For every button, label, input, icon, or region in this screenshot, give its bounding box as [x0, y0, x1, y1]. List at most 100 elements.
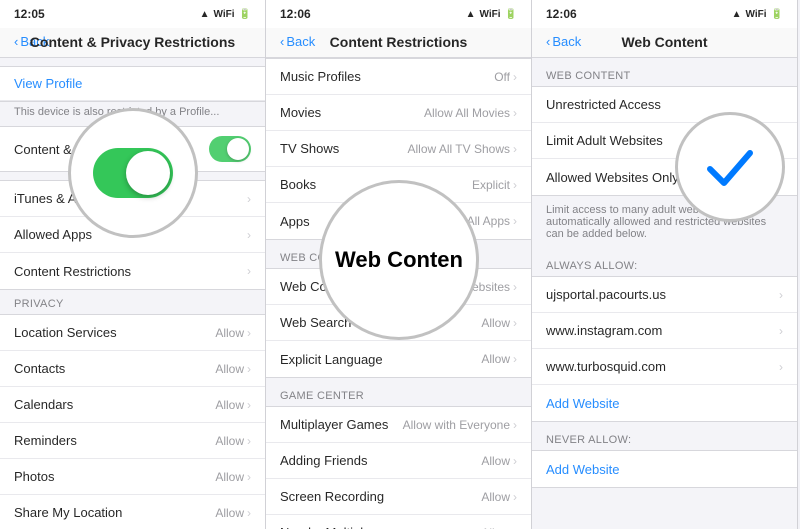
unrestricted-access-row[interactable]: Unrestricted Access	[532, 87, 797, 123]
allowed-websites-label: Allowed Websites Only	[546, 170, 679, 185]
contacts-label: Contacts	[14, 361, 65, 376]
pacourts-row[interactable]: ujsportal.pacourts.us ›	[532, 277, 797, 313]
tv-shows-row[interactable]: TV Shows Allow All TV Shows ›	[266, 131, 531, 167]
battery-icon-3: 🔋	[771, 9, 783, 20]
status-bar-2: 12:06 ▲ WiFi 🔋	[266, 0, 531, 28]
nav-bar-2: ‹ Back Content Restrictions	[266, 28, 531, 58]
screen-recording-label: Screen Recording	[280, 489, 384, 504]
back-label-2: Back	[286, 34, 315, 49]
content-restrictions-row[interactable]: Content Restrictions ›	[0, 253, 265, 289]
instagram-label: www.instagram.com	[546, 323, 662, 338]
time-2: 12:06	[280, 7, 311, 21]
status-icons-1: ▲ WiFi 🔋	[200, 9, 251, 20]
status-icons-2: ▲ WiFi 🔋	[466, 9, 517, 20]
panel-2: 12:06 ▲ WiFi 🔋 ‹ Back Content Restrictio…	[266, 0, 532, 529]
movies-label: Movies	[280, 105, 321, 120]
chevron-back-icon-2: ‹	[280, 34, 284, 49]
music-profiles-row[interactable]: Music Profiles Off ›	[266, 59, 531, 95]
photos-row[interactable]: Photos Allow ›	[0, 459, 265, 495]
screen-recording-value: Allow ›	[481, 490, 517, 504]
nearby-multiplayer-row[interactable]: Nearby Multiplayer Allow ›	[266, 515, 531, 529]
wifi-icon-2: WiFi	[480, 9, 501, 20]
calendars-row[interactable]: Calendars Allow ›	[0, 387, 265, 423]
wifi-icon-3: WiFi	[746, 9, 767, 20]
wifi-icon-1: WiFi	[214, 9, 235, 20]
books-value: Explicit ›	[472, 178, 517, 192]
unrestricted-access-label: Unrestricted Access	[546, 97, 661, 112]
tv-shows-label: TV Shows	[280, 141, 339, 156]
adding-friends-value: Allow ›	[481, 454, 517, 468]
explicit-language-label: Explicit Language	[280, 352, 383, 367]
always-allow-group: ujsportal.pacourts.us › www.instagram.co…	[532, 276, 797, 422]
turbosquid-label: www.turbosquid.com	[546, 359, 666, 374]
content-privacy-toggle[interactable]	[209, 136, 251, 162]
privacy-section-header: PRIVACY	[0, 290, 265, 314]
profile-group: View Profile	[0, 66, 265, 102]
status-bar-3: 12:06 ▲ WiFi 🔋	[532, 0, 797, 28]
reminders-row[interactable]: Reminders Allow ›	[0, 423, 265, 459]
big-toggle	[93, 148, 173, 198]
never-allow-group: Add Website	[532, 450, 797, 488]
nav-bar-3: ‹ Back Web Content	[532, 28, 797, 58]
nearby-multiplayer-value: Allow ›	[481, 526, 517, 529]
panel-1: 12:05 ▲ WiFi 🔋 ‹ Back Content & Privacy …	[0, 0, 266, 529]
chevron-icon: ›	[247, 228, 251, 242]
back-button-3[interactable]: ‹ Back	[546, 34, 581, 49]
adding-friends-row[interactable]: Adding Friends Allow ›	[266, 443, 531, 479]
contacts-value: Allow ›	[215, 362, 251, 376]
zoom-checkmark-overlay	[675, 112, 785, 222]
contacts-row[interactable]: Contacts Allow ›	[0, 351, 265, 387]
screen-recording-row[interactable]: Screen Recording Allow ›	[266, 479, 531, 515]
status-icons-3: ▲ WiFi 🔋	[732, 9, 783, 20]
multiplayer-games-value: Allow with Everyone ›	[403, 418, 517, 432]
checkmark-icon	[700, 137, 760, 197]
multiplayer-games-row[interactable]: Multiplayer Games Allow with Everyone ›	[266, 407, 531, 443]
add-website-never-label: Add Website	[546, 462, 619, 477]
tv-shows-value: Allow All TV Shows ›	[408, 142, 518, 156]
movies-value: Allow All Movies ›	[424, 106, 517, 120]
zoom-toggle-overlay	[68, 108, 198, 238]
explicit-language-row[interactable]: Explicit Language Allow ›	[266, 341, 531, 377]
game-center-section-header: GAME CENTER	[266, 378, 531, 406]
photos-label: Photos	[14, 469, 54, 484]
location-services-row[interactable]: Location Services Allow ›	[0, 315, 265, 351]
view-profile-link[interactable]: View Profile	[0, 67, 265, 101]
calendars-value: Allow ›	[215, 398, 251, 412]
content-restrictions-label: Content Restrictions	[14, 264, 131, 279]
web-content-zoom-text: Web Conten	[335, 247, 463, 273]
privacy-group: Location Services Allow › Contacts Allow…	[0, 314, 265, 529]
share-location-row[interactable]: Share My Location Allow ›	[0, 495, 265, 529]
photos-value: Allow ›	[215, 470, 251, 484]
nav-title-2: Content Restrictions	[330, 34, 468, 50]
chevron-back-icon-3: ‹	[546, 34, 550, 49]
chevron-icon: ›	[247, 192, 251, 206]
nav-title-1: Content & Privacy Restrictions	[30, 34, 235, 50]
add-website-always-row[interactable]: Add Website	[532, 385, 797, 421]
music-profiles-label: Music Profiles	[280, 69, 361, 84]
reminders-label: Reminders	[14, 433, 77, 448]
movies-row[interactable]: Movies Allow All Movies ›	[266, 95, 531, 131]
turbosquid-row[interactable]: www.turbosquid.com ›	[532, 349, 797, 385]
never-allow-header: NEVER ALLOW:	[532, 422, 797, 450]
status-bar-1: 12:05 ▲ WiFi 🔋	[0, 0, 265, 28]
back-button-2[interactable]: ‹ Back	[280, 34, 315, 49]
adding-friends-label: Adding Friends	[280, 453, 367, 468]
add-website-always-label: Add Website	[546, 396, 619, 411]
music-profiles-value: Off ›	[494, 70, 517, 84]
time-3: 12:06	[546, 7, 577, 21]
battery-icon-1: 🔋	[239, 9, 251, 20]
game-center-group: Multiplayer Games Allow with Everyone › …	[266, 406, 531, 529]
nav-bar-1: ‹ Back Content & Privacy Restrictions	[0, 28, 265, 58]
share-location-value: Allow ›	[215, 506, 251, 520]
location-value: Allow ›	[215, 326, 251, 340]
limit-adult-label: Limit Adult Websites	[546, 133, 663, 148]
instagram-row[interactable]: www.instagram.com ›	[532, 313, 797, 349]
back-label-3: Back	[552, 34, 581, 49]
share-location-label: Share My Location	[14, 505, 122, 520]
calendars-label: Calendars	[14, 397, 73, 412]
time-1: 12:05	[14, 7, 45, 21]
always-allow-header: ALWAYS ALLOW:	[532, 248, 797, 276]
reminders-value: Allow ›	[215, 434, 251, 448]
add-website-never-row[interactable]: Add Website	[532, 451, 797, 487]
signal-icon-1: ▲	[200, 9, 210, 20]
